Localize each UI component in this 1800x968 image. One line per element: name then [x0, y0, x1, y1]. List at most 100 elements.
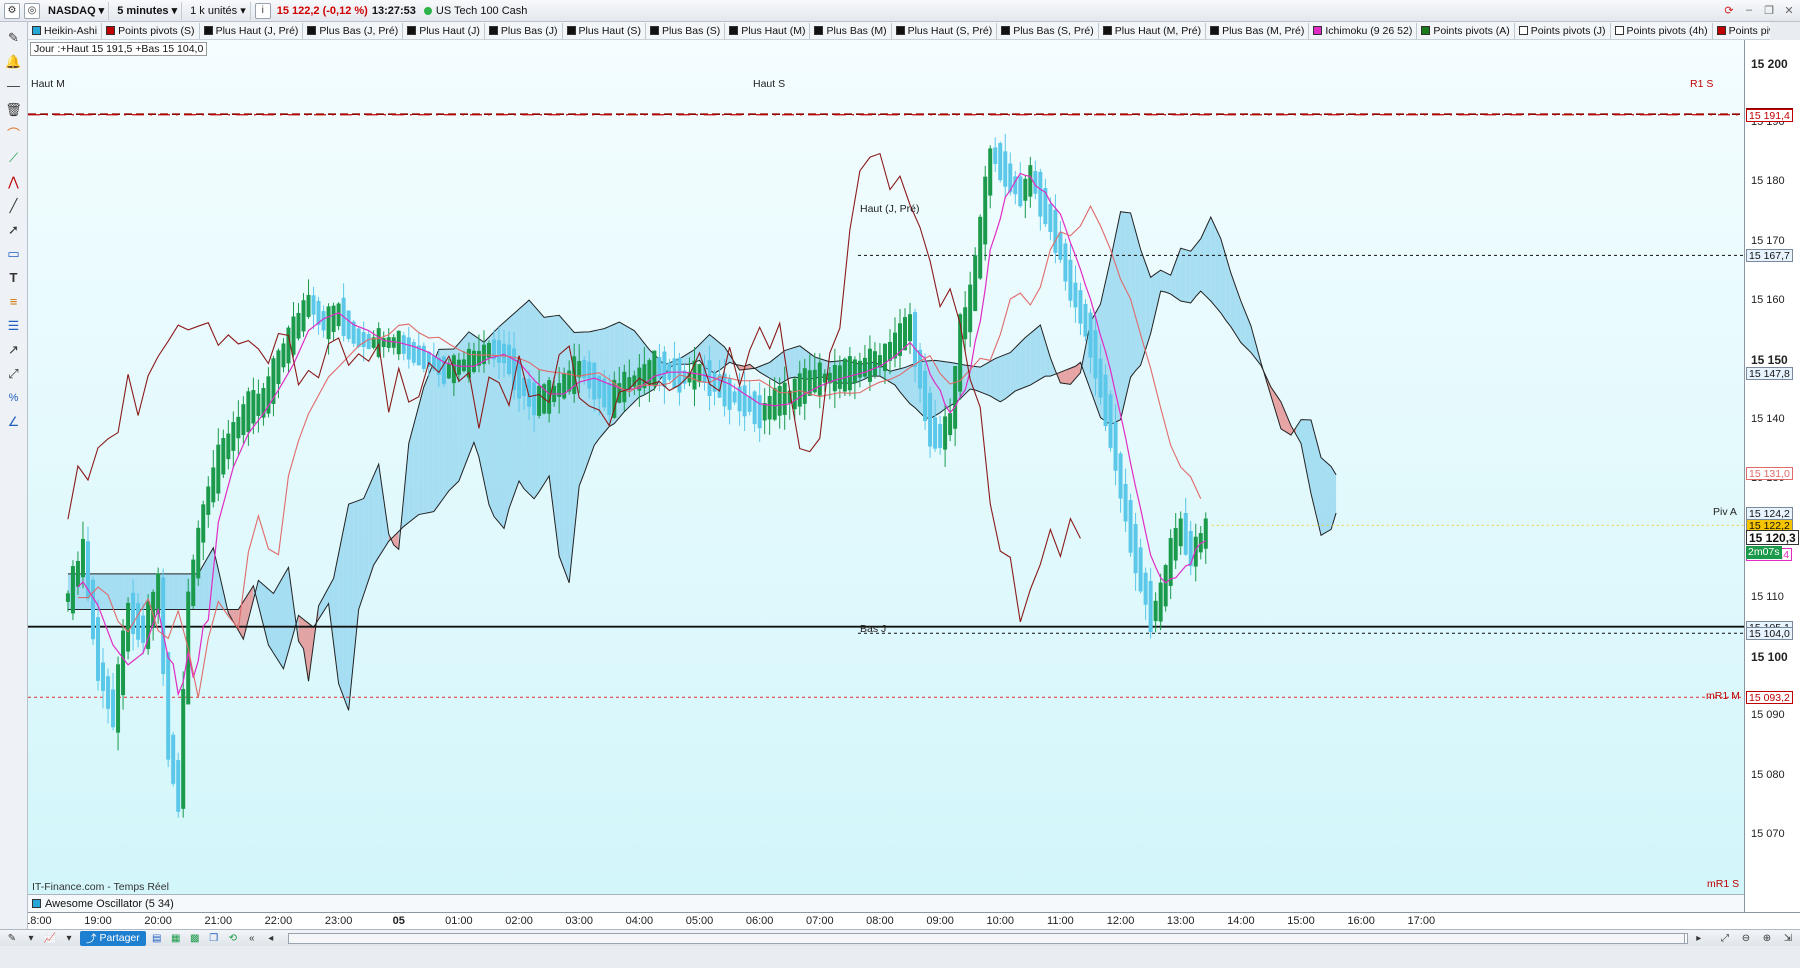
- indicator-item[interactable]: Plus Bas (M): [810, 22, 892, 39]
- fan-icon[interactable]: ⋀: [4, 172, 24, 191]
- windows-icon[interactable]: ❐: [206, 931, 222, 945]
- trendline-green-icon[interactable]: ⟋: [4, 148, 24, 167]
- channel-icon[interactable]: ⌒: [4, 124, 24, 143]
- indicator-item[interactable]: Points pivots (A): [1417, 22, 1515, 39]
- info-icon[interactable]: i: [254, 2, 271, 19]
- market-icon[interactable]: ◎: [24, 2, 40, 19]
- layout-icon[interactable]: ▤: [149, 931, 165, 945]
- indicator-item[interactable]: Plus Haut (J): [403, 22, 485, 39]
- levels-icon[interactable]: ☰: [4, 316, 24, 335]
- kumo-segment: [514, 309, 520, 495]
- candle-body: [70, 566, 75, 614]
- x-tick-label: 05:00: [685, 915, 714, 927]
- units-select[interactable]: 1 k unités ▾: [186, 1, 251, 20]
- line-icon[interactable]: ╱: [4, 196, 24, 215]
- minimize-icon[interactable]: –: [1742, 3, 1756, 17]
- candle-body: [1138, 547, 1143, 592]
- percent-icon[interactable]: %: [4, 388, 24, 407]
- candle-body: [356, 328, 361, 347]
- indicator-item[interactable]: Points pivots (J): [1515, 22, 1611, 39]
- restore-icon[interactable]: ❐: [1762, 3, 1776, 17]
- price-level-box: 15 147,8: [1746, 367, 1793, 381]
- indicator-item[interactable]: Points pivots (S): [102, 22, 200, 39]
- indicator-item[interactable]: Plus Haut (S): [563, 22, 646, 39]
- kumo-segment: [458, 337, 464, 481]
- scroll-left-icon[interactable]: ◂: [263, 931, 279, 945]
- candle-body: [446, 364, 451, 379]
- candle-body: [241, 404, 246, 436]
- resize-icon[interactable]: ⇲: [1780, 931, 1796, 945]
- indicator-item[interactable]: Plus Bas (J): [485, 22, 563, 39]
- zoom-in-icon[interactable]: ⊕: [1759, 931, 1775, 945]
- indicator-item[interactable]: Plus Bas (M, Pré): [1206, 22, 1310, 39]
- chevron-down-icon[interactable]: ▾: [61, 931, 77, 945]
- candle-body: [236, 416, 241, 439]
- text-icon[interactable]: T: [4, 268, 24, 287]
- y-tick-label: 15 080: [1751, 768, 1785, 781]
- collapse-icon[interactable]: «: [244, 931, 260, 945]
- indicator-item[interactable]: Points pivots (4h): [1611, 22, 1713, 39]
- arrow-icon[interactable]: ↗: [4, 340, 24, 359]
- kumo-segment: [423, 374, 429, 514]
- angle-icon[interactable]: ∠: [4, 412, 24, 431]
- cursor-icon[interactable]: ➚: [4, 220, 24, 239]
- indicator-label: Points pivots (M): [1728, 24, 1770, 37]
- candle-body: [301, 300, 306, 332]
- candle-body: [1183, 512, 1188, 555]
- indicator-item[interactable]: Plus Haut (J, Pré): [200, 22, 304, 39]
- candle-body: [837, 365, 842, 389]
- price-level-box: 15 104,0: [1746, 627, 1793, 641]
- alert-bell-icon[interactable]: 🔔: [4, 52, 24, 71]
- calculator-icon[interactable]: ▦: [168, 931, 184, 945]
- indicator-item[interactable]: Plus Haut (M, Pré): [1099, 22, 1207, 39]
- share-button[interactable]: ⤴ Partager: [80, 930, 146, 946]
- indicator-item[interactable]: Plus Haut (M): [725, 22, 811, 39]
- pencil-icon[interactable]: ✎: [4, 28, 24, 47]
- indicator-item[interactable]: Plus Haut (S, Pré): [892, 22, 998, 39]
- period-label: 5 minutes: [117, 4, 169, 17]
- close-icon[interactable]: ✕: [1782, 3, 1796, 17]
- chevron-down-icon[interactable]: ▾: [23, 931, 39, 945]
- sync-icon[interactable]: ⟲: [225, 931, 241, 945]
- candle-body: [176, 760, 181, 812]
- market-select[interactable]: NASDAQ ▾: [44, 1, 110, 20]
- kumo-segment: [173, 573, 179, 610]
- kumo-segment: [288, 567, 294, 651]
- indicator-item[interactable]: Ichimoku (9 26 52): [1309, 22, 1418, 39]
- rectangle-icon[interactable]: ▭: [4, 244, 24, 263]
- candle-body: [882, 343, 887, 372]
- indicator-item[interactable]: Plus Bas (S, Pré): [997, 22, 1099, 39]
- time-axis[interactable]: 19:00 20:00 21:00 22:00 23:00 05 01:00 02:00 03:…: [28, 912, 1800, 929]
- x-tick-label: 03:00: [565, 915, 593, 927]
- measure-icon[interactable]: ⤢: [4, 364, 24, 383]
- kumo-segment: [1115, 211, 1121, 423]
- period-select[interactable]: 5 minutes ▾: [113, 1, 183, 20]
- refresh-icon[interactable]: ⟳: [1722, 3, 1736, 17]
- oscillator-panel-header[interactable]: Awesome Oscillator (5 34): [28, 894, 1744, 912]
- price-axis[interactable]: 15 20015 19015 18015 17015 16015 15015 1…: [1744, 40, 1800, 912]
- indicator-item[interactable]: Plus Bas (J, Pré): [303, 22, 404, 39]
- fibonacci-icon[interactable]: ≡: [4, 292, 24, 311]
- app-logo-icon[interactable]: ⚙: [4, 2, 20, 19]
- trash-icon[interactable]: 🗑: [4, 100, 24, 119]
- price-chart[interactable]: Jour :+Haut 15 191,5 +Bas 15 104,0 Haut …: [28, 40, 1744, 912]
- indicator-color-swatch: [1614, 26, 1624, 35]
- candle-body: [1153, 600, 1158, 622]
- scroll-right-icon[interactable]: ▸: [1691, 931, 1707, 945]
- time-scrollbar[interactable]: [287, 932, 1688, 944]
- zoom-fit-icon[interactable]: ⤢: [1717, 931, 1733, 945]
- candle-body: [933, 417, 938, 449]
- candle-body: [281, 343, 286, 368]
- indicator-item[interactable]: Plus Bas (S): [646, 22, 726, 39]
- chart-canvas[interactable]: [28, 40, 1744, 894]
- candle-body: [852, 359, 857, 383]
- grid-icon[interactable]: ▩: [187, 931, 203, 945]
- share-label: Partager: [99, 932, 140, 944]
- zoom-out-icon[interactable]: ⊖: [1738, 931, 1754, 945]
- scrollbar-thumb[interactable]: [288, 933, 1685, 943]
- candle-body: [1088, 312, 1093, 358]
- draw-tools-icon[interactable]: ✎: [4, 931, 20, 945]
- chart-type-icon[interactable]: 📈: [42, 931, 58, 945]
- indicator-item[interactable]: Points pivots (M): [1713, 23, 1770, 39]
- indicator-item[interactable]: Heikin-Ashi: [28, 22, 103, 39]
